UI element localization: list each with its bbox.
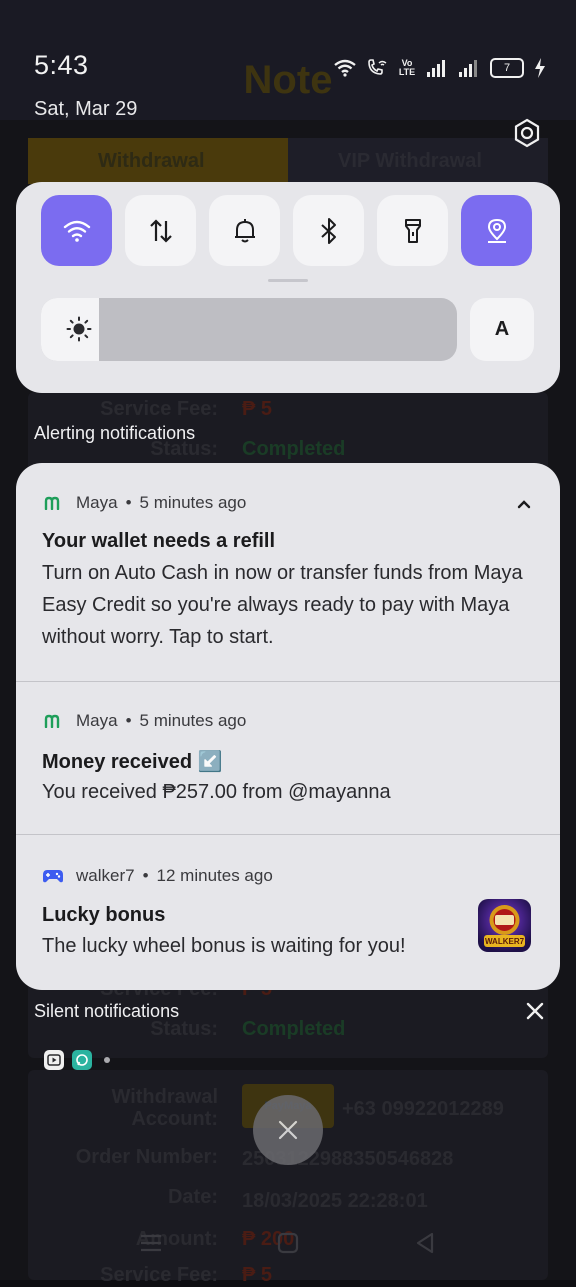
meta-separator: • (142, 866, 149, 885)
recents-menu-icon[interactable] (138, 1230, 164, 1256)
qs-tile-wifi[interactable] (41, 195, 112, 266)
charging-icon (535, 58, 545, 78)
background-tab-vip-label: VIP Withdrawal (338, 150, 482, 172)
brightness-slider[interactable] (41, 298, 457, 361)
collapse-chevron-icon[interactable] (514, 494, 534, 514)
background-account-value: +63 09922012289 (342, 1098, 504, 1120)
background-service-fee-value: ₱ 5 (242, 398, 273, 420)
notification-header: walker7 • 12 minutes ago (42, 865, 273, 887)
background-tab-bar: Withdrawal VIP Withdrawal (28, 138, 548, 184)
notification-walker7-lucky-bonus[interactable]: walker7 • 12 minutes ago Lucky bonus The… (16, 835, 560, 990)
battery-icon: 7 (490, 58, 524, 78)
flashlight-icon (404, 218, 421, 243)
dismiss-all-button[interactable] (253, 1095, 323, 1165)
status-date: Sat, Mar 29 (34, 98, 138, 120)
back-triangle-icon[interactable] (412, 1230, 438, 1256)
notification-app-name: walker7 (76, 866, 135, 885)
background-date-value: 18/03/2025 22:28:01 (242, 1190, 428, 1212)
background-order-label: Order Number: (75, 1146, 218, 1168)
auto-brightness-button[interactable]: A (470, 298, 534, 361)
signal-icon-secondary (459, 60, 477, 77)
notification-body: Turn on Auto Cash in now or transfer fun… (42, 562, 523, 648)
qs-tile-location[interactable] (461, 195, 532, 266)
qs-tile-flashlight[interactable] (377, 195, 448, 266)
close-icon (278, 1120, 298, 1140)
notification-time: 12 minutes ago (156, 866, 273, 885)
gamepad-icon (42, 865, 64, 887)
settings-gear-icon[interactable] (512, 118, 542, 148)
maya-icon (42, 710, 64, 732)
notification-title: Lucky bonus (42, 904, 166, 926)
background-account-label: Withdrawal Account: (111, 1086, 219, 1130)
quick-settings-panel: A (16, 182, 560, 393)
clear-silent-close-icon[interactable] (524, 1000, 546, 1022)
qs-tile-bluetooth[interactable] (293, 195, 364, 266)
walker7-thumbnail-label: WALKER7 (484, 937, 525, 946)
brightness-sun-icon (66, 316, 92, 342)
chat-app-icon (72, 1050, 92, 1070)
walker7-game-thumbnail: WALKER7 (478, 899, 531, 952)
alerting-section-header: Alerting notifications (34, 423, 196, 443)
battery-level: 7 (503, 62, 511, 74)
notification-header: Maya • 5 minutes ago (42, 710, 246, 732)
notification-title: Money received ↙️ (42, 751, 223, 773)
wifi-icon (63, 220, 90, 242)
notification-app-name: Maya (76, 711, 118, 730)
status-icons: Vo LTE 7 (334, 56, 546, 80)
navigation-bar (0, 1218, 576, 1268)
meta-separator: • (125, 493, 132, 512)
volte-icon: Vo LTE (398, 58, 416, 77)
notification-maya-refill[interactable]: Maya • 5 minutes ago Your wallet needs a… (16, 463, 560, 681)
silent-notification-icons[interactable] (44, 1050, 110, 1070)
notification-header: Maya • 5 minutes ago (42, 492, 246, 514)
location-icon (487, 218, 506, 243)
signal-icon (427, 60, 445, 77)
bell-icon (234, 218, 255, 242)
notification-body: You received ₱257.00 from @mayanna (42, 781, 391, 803)
notification-maya-money-received[interactable]: Maya • 5 minutes ago Money received ↙️ Y… (16, 682, 560, 834)
background-status-value: Completed (242, 1018, 346, 1040)
background-status-value: Completed (242, 438, 346, 460)
video-app-icon (44, 1050, 64, 1070)
meta-separator: • (125, 711, 132, 730)
notification-time: 5 minutes ago (139, 711, 247, 730)
home-square-icon[interactable] (275, 1230, 301, 1256)
qs-drag-handle[interactable] (268, 279, 308, 282)
data-arrows-icon (149, 218, 172, 243)
background-date-label: Date: (167, 1186, 218, 1208)
notification-title: Your wallet needs a refill (42, 530, 276, 552)
background-service-fee-label: Service Fee: (100, 398, 218, 420)
qs-tile-mobile-data[interactable] (125, 195, 196, 266)
notification-body: The lucky wheel bonus is waiting for you… (42, 935, 406, 957)
qs-tile-sound[interactable] (209, 195, 280, 266)
silent-section-header: Silent notifications (34, 1001, 180, 1021)
status-time: 5:43 (34, 50, 89, 80)
notification-time: 5 minutes ago (139, 493, 247, 512)
more-icons-dot (104, 1057, 110, 1063)
background-tab-withdrawal-label: Withdrawal (98, 150, 205, 172)
wifi-status-icon (334, 59, 356, 77)
notification-panel: Maya • 5 minutes ago Your wallet needs a… (16, 463, 560, 990)
maya-icon (42, 492, 64, 514)
wifi-calling-icon (368, 59, 387, 75)
notification-app-name: Maya (76, 493, 118, 512)
bluetooth-icon (320, 217, 336, 244)
